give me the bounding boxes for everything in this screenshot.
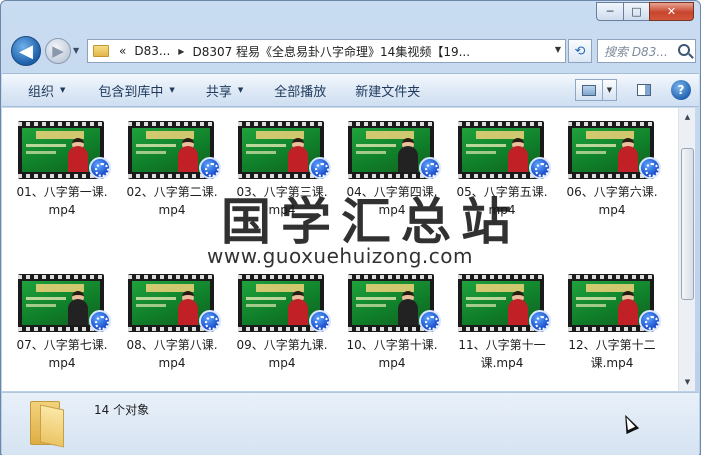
scroll-down-icon[interactable]: ▼ — [681, 375, 694, 389]
file-name: 09、八字第九课. mp4 — [236, 338, 328, 370]
preview-pane-icon — [637, 84, 651, 96]
maximize-button[interactable]: □ — [623, 2, 649, 21]
media-player-icon — [419, 157, 441, 179]
back-button[interactable]: ◀ — [11, 36, 41, 66]
include-library-label: 包含到库中 — [98, 84, 164, 100]
help-icon: ? — [677, 83, 685, 97]
chevron-down-icon: ▼ — [237, 86, 244, 94]
media-player-icon — [199, 310, 221, 332]
scroll-up-icon[interactable]: ▲ — [681, 110, 694, 124]
toolbar-right: ▼ ? — [575, 79, 691, 101]
file-name: 06、八字第六课. mp4 — [566, 185, 658, 217]
search-input[interactable]: 搜索 D83... — [597, 39, 696, 63]
address-dropdown-icon[interactable]: ▼ — [555, 45, 561, 54]
search-icon[interactable] — [678, 44, 690, 56]
help-button[interactable]: ? — [671, 80, 691, 100]
include-in-library-menu[interactable]: 包含到库中 ▼ — [78, 74, 187, 106]
organize-label: 组织 — [28, 84, 55, 100]
large-folder-icon — [30, 401, 70, 448]
command-bar: 组织 ▼ 包含到库中 ▼ 共享 ▼ 全部播放 新建文件夹 ▼ ? — [2, 73, 699, 107]
media-player-icon — [309, 157, 331, 179]
recent-pages-dropdown[interactable]: ▼ — [73, 46, 79, 55]
forward-button[interactable]: ▶ — [45, 38, 71, 64]
change-view-button[interactable] — [575, 79, 603, 101]
details-pane: 14 个对象 — [2, 392, 699, 455]
file-name: 11、八字第十一 课.mp4 — [458, 338, 546, 370]
file-name: 02、八字第二课. mp4 — [126, 185, 218, 217]
item-count: 14 个对象 — [94, 403, 150, 417]
back-arrow-icon: ◀ — [19, 40, 33, 62]
minimize-button[interactable]: ─ — [596, 2, 623, 21]
caption-buttons: ─ □ ✕ — [596, 2, 694, 21]
file-name: 12、八字第十二 课.mp4 — [568, 338, 656, 370]
media-player-icon — [529, 310, 551, 332]
vertical-scrollbar[interactable]: ▲ ▼ — [678, 108, 695, 391]
breadcrumb-overflow[interactable]: « — [115, 44, 130, 58]
preview-pane-button[interactable] — [631, 79, 657, 101]
navigation-bar: ◀ ▶ ▼ « D83... ▶ D8307 程易《全息易卦八字命理》14集视频… — [7, 33, 696, 67]
media-player-icon — [639, 157, 661, 179]
media-player-icon — [89, 157, 111, 179]
organize-menu[interactable]: 组织 ▼ — [2, 74, 78, 106]
refresh-icon: ⟲ — [574, 43, 586, 59]
share-menu[interactable]: 共享 ▼ — [188, 74, 256, 106]
address-bar[interactable]: « D83... ▶ D8307 程易《全息易卦八字命理》14集视频【19...… — [87, 39, 566, 63]
file-name: 08、八字第八课. mp4 — [126, 338, 218, 370]
breadcrumb-chevron-icon[interactable]: ▶ — [174, 47, 188, 56]
media-player-icon — [309, 310, 331, 332]
folder-icon — [93, 45, 109, 57]
media-player-icon — [639, 310, 661, 332]
scrollbar-thumb[interactable] — [681, 148, 694, 300]
file-name: 10、八字第十课. mp4 — [346, 338, 438, 370]
breadcrumb-segment[interactable]: D83... — [130, 44, 174, 58]
refresh-button[interactable]: ⟲ — [568, 39, 592, 63]
media-player-icon — [199, 157, 221, 179]
search-placeholder: 搜索 D83... — [604, 44, 668, 59]
explorer-window: ─ □ ✕ ◀ ▶ ▼ « D83... ▶ D8307 程易《全息易卦八字命理… — [0, 0, 701, 455]
close-button[interactable]: ✕ — [649, 2, 694, 21]
media-player-icon — [419, 310, 441, 332]
media-player-icon — [529, 157, 551, 179]
forward-arrow-icon: ▶ — [52, 42, 64, 60]
view-options-dropdown[interactable]: ▼ — [603, 79, 617, 101]
media-player-icon — [89, 310, 111, 332]
share-label: 共享 — [205, 84, 232, 100]
breadcrumb-segment-current[interactable]: D8307 程易《全息易卦八字命理》14集视频【19... — [188, 43, 474, 60]
chevron-down-icon: ▼ — [169, 86, 175, 94]
file-name: 01、八字第一课. mp4 — [16, 185, 108, 217]
new-folder-button[interactable]: 新建文件夹 — [339, 74, 433, 106]
watermark-url: www.guoxuehuizong.com — [207, 244, 473, 268]
file-name: 07、八字第七课. mp4 — [16, 338, 108, 370]
play-all-button[interactable]: 全部播放 — [256, 74, 339, 106]
chevron-down-icon: ▼ — [60, 86, 66, 94]
view-icon — [582, 84, 596, 96]
